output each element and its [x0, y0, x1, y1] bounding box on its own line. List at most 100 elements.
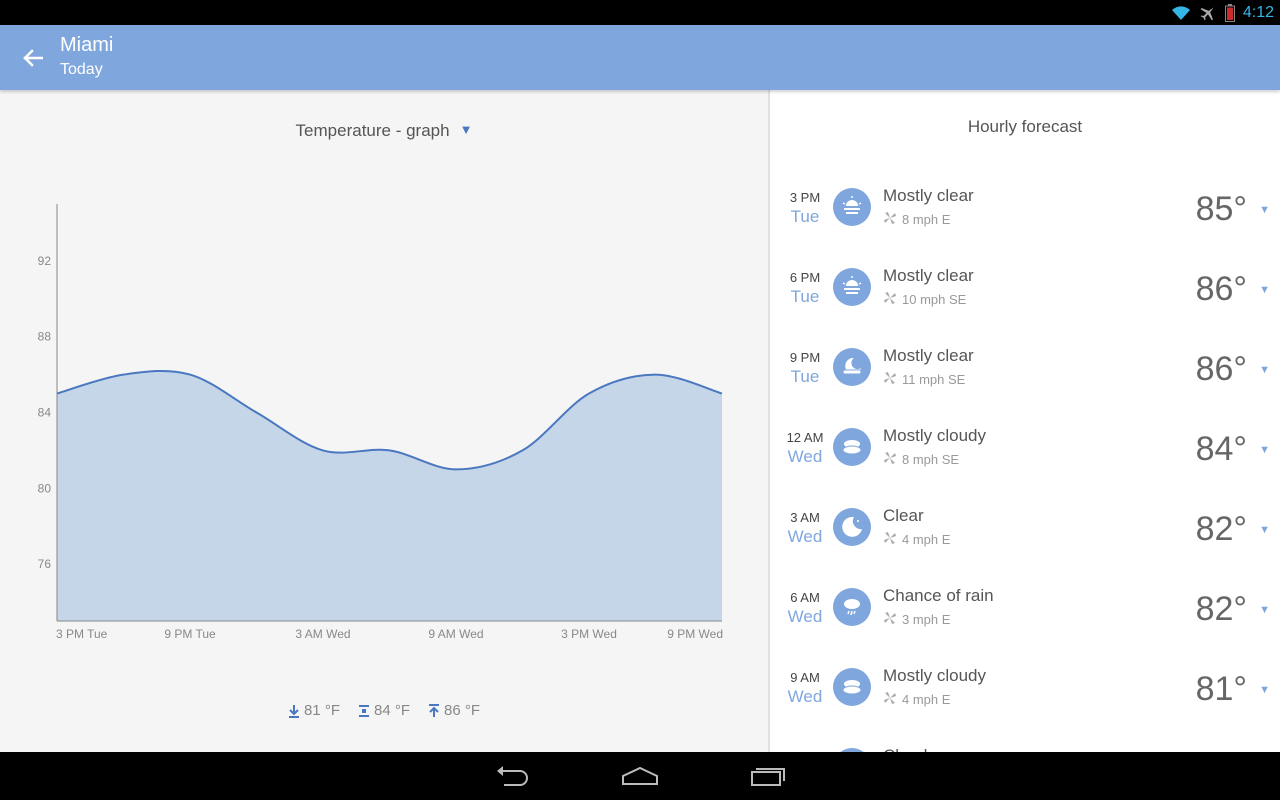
wind-icon: [883, 531, 897, 548]
forecast-wind-speed: 11 mph SE: [902, 372, 966, 387]
expand-chevron-icon[interactable]: ▼: [1259, 204, 1270, 216]
expand-chevron-icon[interactable]: ▼: [1259, 284, 1270, 296]
forecast-row[interactable]: 6 AM Wed Chance of rain 3 mph E 82° ▼: [770, 570, 1280, 650]
expand-chevron-icon[interactable]: ▼: [1259, 444, 1270, 456]
expand-chevron-icon[interactable]: ▼: [1259, 524, 1270, 536]
forecast-row[interactable]: 6 PM Tue Mostly clear 10 mph SE 86° ▼: [770, 250, 1280, 330]
wind-icon: [883, 451, 897, 468]
forecast-day: Wed: [787, 607, 823, 626]
forecast-wind-speed: 4 mph E: [902, 692, 951, 707]
page-title: Miami: [60, 34, 114, 56]
legend-min: 81 °F: [288, 702, 340, 719]
forecast-time: 9 PM: [789, 350, 821, 365]
forecast-day: Tue: [790, 287, 820, 306]
graph-type-selector[interactable]: Temperature - graph ▼: [0, 121, 768, 141]
legend-max: 86 °F: [428, 702, 480, 719]
forecast-title: Hourly forecast: [967, 117, 1083, 136]
nav-back-button[interactable]: [492, 762, 532, 790]
nav-home-button[interactable]: [620, 762, 660, 790]
expand-chevron-icon[interactable]: ▼: [1259, 604, 1270, 616]
forecast-temp: 86°: [1195, 270, 1247, 308]
forecast-temp: 82°: [1195, 510, 1247, 548]
clock: 4:12: [1242, 3, 1274, 21]
forecast-temp: 81°: [1195, 670, 1247, 708]
mostly-clear-night-icon: [833, 348, 871, 386]
forecast-row[interactable]: 9 PM Tue Mostly clear 11 mph SE 86° ▼: [770, 330, 1280, 410]
dropdown-caret-icon: ▼: [459, 122, 473, 137]
forecast-condition: Chance of rain: [883, 586, 994, 605]
chart-y-tick-label: 88: [38, 330, 52, 344]
forecast-condition: Mostly clear: [883, 186, 974, 205]
cloudy-icon: [833, 428, 871, 466]
graph-legend: 81 °F 84 °F 86 °F: [0, 702, 768, 719]
legend-min-label: 81 °F: [303, 702, 340, 719]
forecast-wind: 10 mph SE: [883, 291, 966, 308]
graph-panel: 92 88 84 80 76 3 PM Tue 9 PM Tue 3 AM Wed 9 AM W…: [0, 90, 768, 752]
wifi-icon: [1171, 5, 1190, 20]
wind-icon: [883, 611, 897, 628]
forecast-time: 12 AM: [786, 430, 824, 445]
forecast-condition: Mostly cloudy: [883, 666, 986, 685]
chart-y-tick-label: 80: [38, 481, 52, 495]
forecast-time: 3 PM: [789, 190, 821, 205]
legend-avg: 84 °F: [358, 702, 410, 719]
min-temp-icon: [288, 704, 299, 718]
navigation-bar: [0, 752, 1280, 800]
cloudy-icon: [833, 668, 871, 706]
forecast-condition: Mostly cloudy: [883, 426, 986, 445]
back-nav-icon: [497, 766, 528, 786]
nav-recents-button[interactable]: [748, 762, 788, 790]
forecast-time: 3 AM: [790, 510, 820, 525]
forecast-row[interactable]: 12 PMWedCloudy83°▼: [770, 730, 1280, 752]
forecast-day: Tue: [790, 207, 820, 226]
expand-chevron-icon[interactable]: ▼: [1259, 684, 1270, 696]
forecast-wind: 8 mph E: [883, 211, 950, 228]
status-bar: 4:12: [0, 0, 1280, 25]
max-temp-icon: [429, 703, 439, 717]
forecast-day: Tue: [790, 367, 820, 386]
graph-type-label: Temperature - graph: [295, 121, 450, 140]
forecast-temp: 82°: [1195, 590, 1247, 628]
forecast-row[interactable]: 9 AM Wed Mostly cloudy 4 mph E 81° ▼: [770, 650, 1280, 730]
rain-icon: [833, 588, 871, 626]
forecast-row[interactable]: 3 PM Tue Mostly clear 8 mph E 85° ▼: [770, 170, 1280, 250]
forecast-wind: 4 mph E: [883, 691, 950, 708]
forecast-time: 6 AM: [790, 590, 820, 605]
chart-y-tick-label: 84: [38, 406, 52, 420]
expand-chevron-icon[interactable]: ▼: [1259, 364, 1270, 376]
avg-temp-icon: [358, 704, 369, 717]
legend-avg-label: 84 °F: [373, 702, 410, 719]
mostly-clear-day-icon: [833, 188, 871, 226]
forecast-day: Wed: [787, 447, 823, 466]
wind-icon: [883, 291, 897, 308]
forecast-wind-speed: 4 mph E: [902, 532, 951, 547]
moon-icon: [833, 508, 871, 546]
wind-icon: [883, 691, 897, 708]
chart-x-tick-label: 3 PM Wed: [561, 627, 617, 641]
forecast-row[interactable]: 12 AM Wed Mostly cloudy 8 mph SE 84° ▼: [770, 410, 1280, 490]
airplane-icon: [1200, 6, 1214, 20]
forecast-temp: 86°: [1195, 350, 1247, 388]
forecast-time: 9 AM: [790, 670, 820, 685]
battery-icon: [1224, 3, 1235, 22]
forecast-temp: 85°: [1195, 190, 1247, 228]
forecast-temp: 84°: [1195, 430, 1247, 468]
page-subtitle: Today: [60, 61, 103, 78]
chart-y-tick-label: 92: [38, 254, 52, 268]
forecast-wind: 4 mph E: [883, 531, 950, 548]
forecast-wind-speed: 10 mph SE: [902, 292, 967, 307]
forecast-row[interactable]: 3 AM Wed Clear 4 mph E 82° ▼: [770, 490, 1280, 570]
forecast-wind-speed: 8 mph SE: [902, 452, 960, 467]
app-bar: Miami Today: [0, 25, 1280, 90]
chart-x-tick-label: 9 AM Wed: [428, 627, 483, 641]
recents-nav-icon: [751, 768, 785, 786]
forecast-wind: 11 mph SE: [883, 371, 965, 388]
forecast-time: 6 PM: [789, 270, 821, 285]
arrow-left-icon: [23, 49, 43, 67]
mostly-clear-day-icon: [833, 268, 871, 306]
forecast-condition: Mostly clear: [883, 266, 974, 285]
chart-y-tick-label: 76: [38, 557, 52, 571]
forecast-condition: Clear: [883, 506, 924, 525]
forecast-day: Wed: [787, 527, 823, 546]
back-button[interactable]: [18, 43, 48, 73]
